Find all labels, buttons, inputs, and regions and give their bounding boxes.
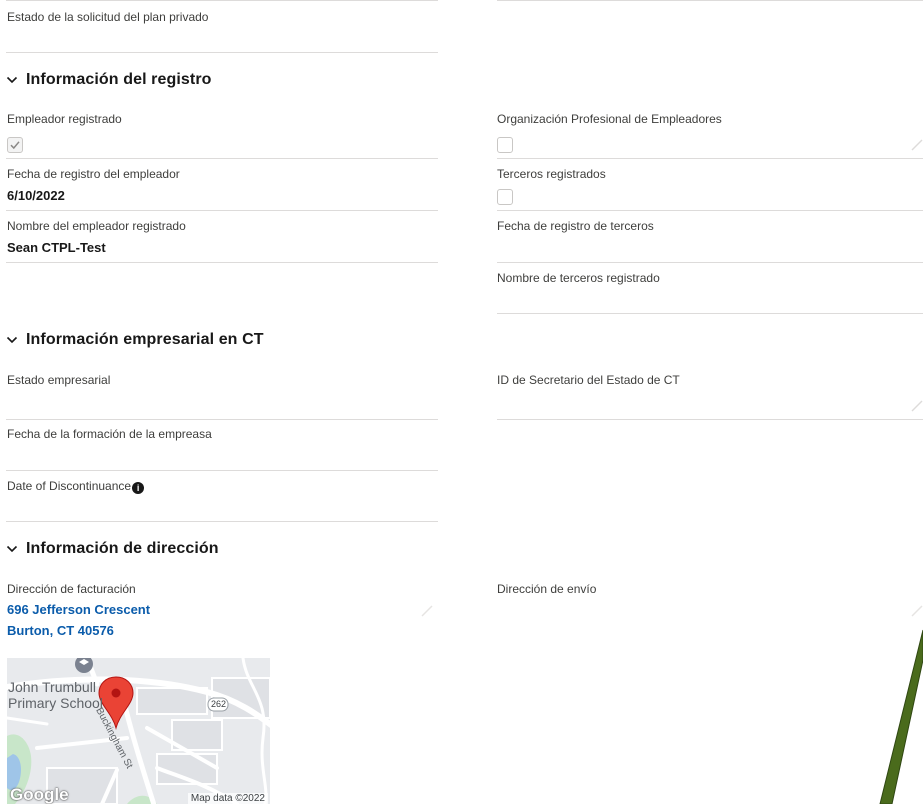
section-header-address[interactable]: Información de dirección: [6, 540, 219, 558]
employer-registered-divider: [6, 158, 438, 159]
chevron-down-icon: [6, 545, 18, 553]
registered-third-party-name-divider: [497, 313, 923, 314]
private-plan-status-divider: [6, 52, 438, 53]
address-map[interactable]: John Trumbull Primary School Buckingham …: [7, 658, 270, 804]
map-place-label-line1: John Trumbull: [8, 679, 96, 695]
google-logo: Google: [10, 785, 69, 804]
employer-registered-checkbox[interactable]: [7, 137, 23, 153]
registered-employer-name-label: Nombre del empleador registrado: [7, 219, 186, 233]
formation-date-label: Fecha de la formación de la empreasa: [7, 427, 212, 441]
pencil-icon[interactable]: [911, 400, 923, 412]
section-title-business: Información empresarial en CT: [26, 331, 264, 348]
pencil-icon[interactable]: [421, 605, 433, 617]
registered-third-party-name-label: Nombre de terceros registrado: [497, 271, 660, 285]
discontinuance-label-row: Date of Discontinuance i: [7, 479, 145, 494]
third-parties-registered-divider: [497, 210, 923, 211]
peo-divider: [497, 158, 923, 159]
section-title-address: Información de dirección: [26, 540, 219, 557]
private-plan-status-label: Estado de la solicitud del plan privado: [7, 10, 209, 24]
pencil-icon[interactable]: [911, 139, 923, 151]
billing-address-label: Dirección de facturación: [7, 582, 136, 596]
top-divider-left: [6, 0, 438, 1]
chevron-down-icon: [6, 336, 18, 344]
employer-registered-label: Empleador registrado: [7, 112, 122, 126]
billing-address-line2[interactable]: Burton, CT 40576: [7, 623, 114, 638]
pencil-icon[interactable]: [911, 605, 923, 617]
discontinuance-label: Date of Discontinuance: [7, 479, 132, 493]
section-header-registration[interactable]: Información del registro: [6, 71, 212, 89]
shipping-address-label: Dirección de envío: [497, 582, 597, 596]
check-icon: [10, 141, 20, 150]
billing-address-line1[interactable]: 696 Jefferson Crescent: [7, 602, 150, 617]
employer-registration-date-divider: [6, 210, 438, 211]
section-header-business[interactable]: Información empresarial en CT: [6, 331, 264, 349]
map-attribution: Map data ©2022: [187, 793, 268, 804]
formation-date-divider: [6, 470, 438, 471]
discontinuance-divider: [6, 521, 438, 522]
peo-label: Organización Profesional de Empleadores: [497, 112, 722, 126]
map-place-label-line2: Primary School: [8, 695, 103, 711]
top-divider-right: [497, 0, 923, 1]
section-title-registration: Información del registro: [26, 71, 212, 88]
third-parties-registered-label: Terceros registrados: [497, 167, 606, 181]
secretary-id-divider: [497, 419, 923, 420]
route-badge: 262: [211, 699, 227, 709]
info-icon[interactable]: i: [132, 482, 145, 494]
third-parties-registered-checkbox[interactable]: [497, 189, 513, 205]
registered-employer-name-value: Sean CTPL-Test: [7, 240, 106, 255]
third-party-registration-date-divider: [497, 262, 923, 263]
third-party-registration-date-label: Fecha de registro de terceros: [497, 219, 654, 233]
business-status-label: Estado empresarial: [7, 373, 111, 387]
business-status-divider: [6, 419, 438, 420]
peo-checkbox[interactable]: [497, 137, 513, 153]
registered-employer-name-divider: [6, 262, 438, 263]
chevron-down-icon: [6, 76, 18, 84]
employer-registration-date-label: Fecha de registro del empleador: [7, 167, 180, 181]
secretary-id-label: ID de Secretario del Estado de CT: [497, 373, 680, 387]
employer-registration-date-value: 6/10/2022: [7, 188, 65, 203]
